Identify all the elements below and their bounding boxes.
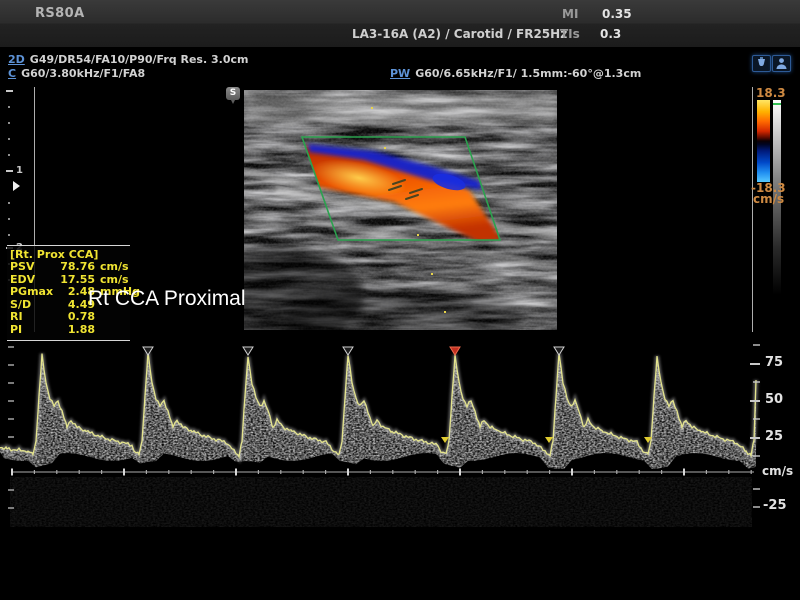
peak-marker-icon[interactable] (343, 347, 353, 355)
color-scale-unit: cm/s (753, 194, 784, 205)
measure-label: PGmax (10, 286, 55, 299)
machine-model: RS80A (35, 6, 85, 21)
active-peak-marker-icon[interactable] (450, 347, 460, 355)
image-right-border (752, 87, 753, 332)
velocity-label-neg25: -25 (763, 500, 787, 512)
depth-tick (8, 202, 10, 204)
ti-value: 0.3 (600, 27, 621, 41)
mi-label: MI (562, 7, 588, 21)
b-mode-values: G49/DR54/FA10/P90/Frq Res. 3.0cm (30, 53, 249, 66)
depth-tick (8, 154, 10, 156)
depth-tick (8, 218, 10, 220)
probe-icon[interactable] (752, 55, 771, 72)
peak-marker-icon[interactable] (143, 347, 153, 355)
ti-indicator: TIs 0.3 (560, 27, 621, 41)
color-mode-token[interactable]: C (8, 67, 16, 80)
peak-marker-icon[interactable] (243, 347, 253, 355)
b-mode-params: 2D G49/DR54/FA10/P90/Frq Res. 3.0cm (8, 53, 248, 66)
color-scale-max: 18.3 (756, 88, 786, 99)
velocity-label-25: 25 (765, 431, 783, 443)
spectral-display[interactable] (0, 335, 800, 535)
orientation-marker[interactable]: S (226, 87, 240, 100)
ultrasound-image[interactable] (244, 90, 557, 330)
depth-tick (6, 170, 13, 172)
pw-mode-params: PW G60/6.65kHz/F1/ 1.5mm:-60°@1.3cm (390, 67, 641, 80)
ultrasound-screen: RS80A LA3-16A (A2) / Carotid / FR25Hz MI… (0, 0, 800, 600)
b-mode-token[interactable]: 2D (8, 53, 25, 66)
ti-label: TIs (560, 27, 586, 41)
measure-unit (95, 324, 130, 337)
mi-value: 0.35 (602, 7, 632, 21)
velocity-label-75: 75 (765, 357, 783, 369)
measure-label: PI (10, 324, 55, 337)
measure-value: 1.88 (55, 324, 95, 337)
color-scale-bar (757, 100, 770, 182)
patient-icon[interactable] (772, 55, 791, 72)
measurement-row: PSV78.76cm/s (10, 261, 130, 274)
depth-tick (8, 138, 10, 140)
depth-tick (8, 106, 10, 108)
measure-value: 78.76 (55, 261, 95, 274)
mi-indicator: MI 0.35 (562, 7, 632, 21)
time-axis (12, 469, 754, 476)
velocity-unit-label: cm/s (762, 465, 793, 477)
velocity-label-50: 50 (765, 394, 783, 406)
measure-unit: cm/s (95, 261, 130, 274)
focus-marker-icon[interactable] (13, 181, 20, 191)
gray-map-marker (773, 103, 781, 105)
color-mode-values: G60/3.80kHz/F1/FA8 (21, 67, 145, 80)
depth-tick (6, 90, 13, 92)
probe-exam-info: LA3-16A (A2) / Carotid / FR25Hz (352, 27, 567, 41)
peak-marker-icon[interactable] (554, 347, 564, 355)
color-mode-params: C G60/3.80kHz/F1/FA8 (8, 67, 145, 80)
measurement-row: PI1.88 (10, 324, 130, 337)
annotation-label[interactable]: Rt CCA Proximal (88, 287, 246, 311)
title-bar: RS80A LA3-16A (A2) / Carotid / FR25Hz MI… (0, 0, 800, 49)
depth-tick (8, 234, 10, 236)
measure-label: PSV (10, 261, 55, 274)
measure-unit (95, 311, 130, 324)
pw-mode-token[interactable]: PW (390, 67, 410, 80)
depth-tick (8, 122, 10, 124)
pw-mode-values: G60/6.65kHz/F1/ 1.5mm:-60°@1.3cm (415, 67, 641, 80)
reverse-flow-noise (10, 477, 752, 527)
depth-label: 1 (16, 166, 23, 176)
